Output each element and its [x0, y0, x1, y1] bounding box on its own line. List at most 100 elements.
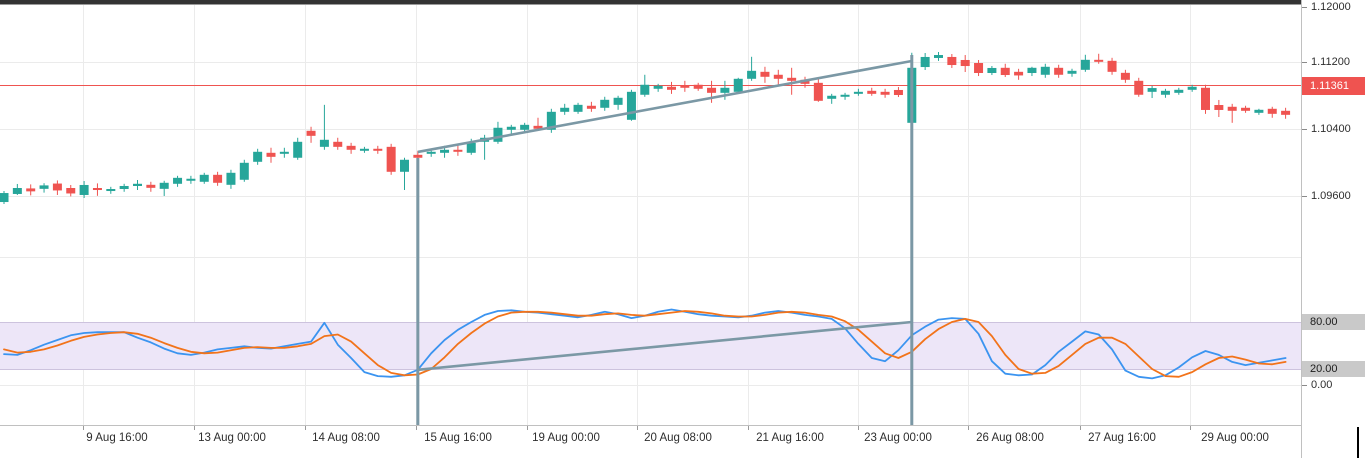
candle-body [947, 57, 956, 65]
time-axis-label: 23 Aug 00:00 [864, 432, 932, 444]
axis-tick [968, 426, 969, 430]
candle-body [173, 178, 182, 184]
candle-body [1027, 68, 1036, 73]
price-chart-canvas[interactable] [0, 0, 1301, 458]
candle-body [320, 140, 329, 147]
candle-body [307, 131, 316, 136]
candle-body [40, 185, 49, 188]
candle-body [654, 86, 663, 89]
candle-body [293, 142, 302, 158]
candle-body [1281, 111, 1290, 115]
price-trendline[interactable] [418, 61, 912, 152]
candle-body [226, 173, 235, 185]
trading-chart-window: 80.00 20.00 0.00 1.11361 1.120001.112001… [0, 0, 1365, 458]
candle-body [1121, 73, 1130, 80]
axis-tick [305, 426, 306, 430]
candle-body [360, 149, 369, 151]
candle-body [106, 189, 115, 191]
candle-body [1241, 108, 1250, 111]
candle-body [921, 57, 930, 67]
candle-body [707, 88, 716, 93]
candle-body [600, 100, 609, 108]
axis-tick [637, 426, 638, 430]
candle-body [1134, 81, 1143, 95]
candle-body [734, 79, 743, 92]
candle-body [961, 60, 970, 66]
candle-body [160, 183, 169, 189]
candle-body [854, 92, 863, 94]
time-axis-label: 15 Aug 16:00 [424, 432, 492, 444]
candle-body [93, 188, 102, 190]
candle-body [280, 152, 289, 154]
axis-tick [748, 426, 749, 430]
candle-body [133, 184, 142, 186]
candle-body [587, 106, 596, 109]
time-axis-label: 19 Aug 00:00 [532, 432, 600, 444]
candle-body [827, 96, 836, 99]
candle-body [493, 128, 502, 142]
candle-body [1094, 60, 1103, 62]
candle-body [627, 92, 636, 120]
price-axis-label: 1.10400 [1302, 123, 1365, 136]
candle-body [186, 179, 195, 181]
price-axis-label: 1.11200 [1302, 56, 1365, 69]
candle-body [680, 86, 689, 88]
candle-body [427, 152, 436, 154]
candle-body [987, 68, 996, 73]
candle-body [841, 95, 850, 97]
candle-body [560, 108, 569, 112]
candle-body [640, 85, 649, 95]
candle-body [400, 160, 409, 172]
time-axis[interactable]: 9 Aug 16:0013 Aug 00:0014 Aug 08:0015 Au… [0, 425, 1301, 458]
candle-body [1041, 67, 1050, 75]
last-price-badge: 1.11361 [1302, 77, 1365, 95]
candle-body [0, 193, 9, 202]
candle-body [1054, 68, 1063, 75]
candle-body [507, 127, 516, 130]
candle-body [120, 186, 129, 189]
candle-body [53, 184, 62, 191]
axis-tick [194, 426, 195, 430]
candle-body [881, 92, 890, 95]
candle-body [80, 185, 89, 195]
candle-body [1161, 91, 1170, 95]
candle-body [1268, 109, 1277, 114]
candle-body [440, 150, 449, 153]
candle-body [774, 75, 783, 79]
candle-body [814, 83, 823, 101]
candle-body [146, 185, 155, 188]
candle-body [373, 149, 382, 151]
time-axis-label: 14 Aug 08:00 [312, 432, 380, 444]
candle-body [694, 85, 703, 89]
time-axis-label: 20 Aug 08:00 [644, 432, 712, 444]
time-axis-label: 21 Aug 16:00 [756, 432, 824, 444]
candle-body [667, 87, 676, 90]
candle-body [1174, 90, 1183, 93]
candle-body [747, 71, 756, 79]
stoch-band [0, 322, 1301, 369]
axis-tick [83, 426, 84, 430]
candle-body [787, 78, 796, 81]
candle-body [1148, 88, 1157, 92]
axis-tick [1080, 426, 1081, 430]
candle-body [240, 163, 249, 180]
time-axis-label: 29 Aug 00:00 [1201, 432, 1269, 444]
candle-body [213, 175, 222, 183]
candle-body [200, 175, 209, 182]
candle-body [894, 90, 903, 95]
candle-body [1188, 87, 1197, 90]
price-axis[interactable]: 80.00 20.00 0.00 1.11361 1.120001.112001… [1301, 0, 1365, 458]
time-axis-label: 27 Aug 16:00 [1088, 432, 1156, 444]
candle-body [26, 188, 35, 191]
candle-body [347, 146, 356, 150]
candle-body [387, 147, 396, 172]
candle-body [333, 142, 342, 147]
candle-body [1214, 105, 1223, 110]
stoch-upper-band-badge: 80.00 [1302, 314, 1365, 330]
candle-body [867, 91, 876, 94]
candle-body [934, 55, 943, 58]
candle-body [1014, 72, 1023, 76]
candle-body [253, 152, 262, 162]
candle-body [1001, 68, 1010, 75]
candle-body [467, 143, 476, 153]
